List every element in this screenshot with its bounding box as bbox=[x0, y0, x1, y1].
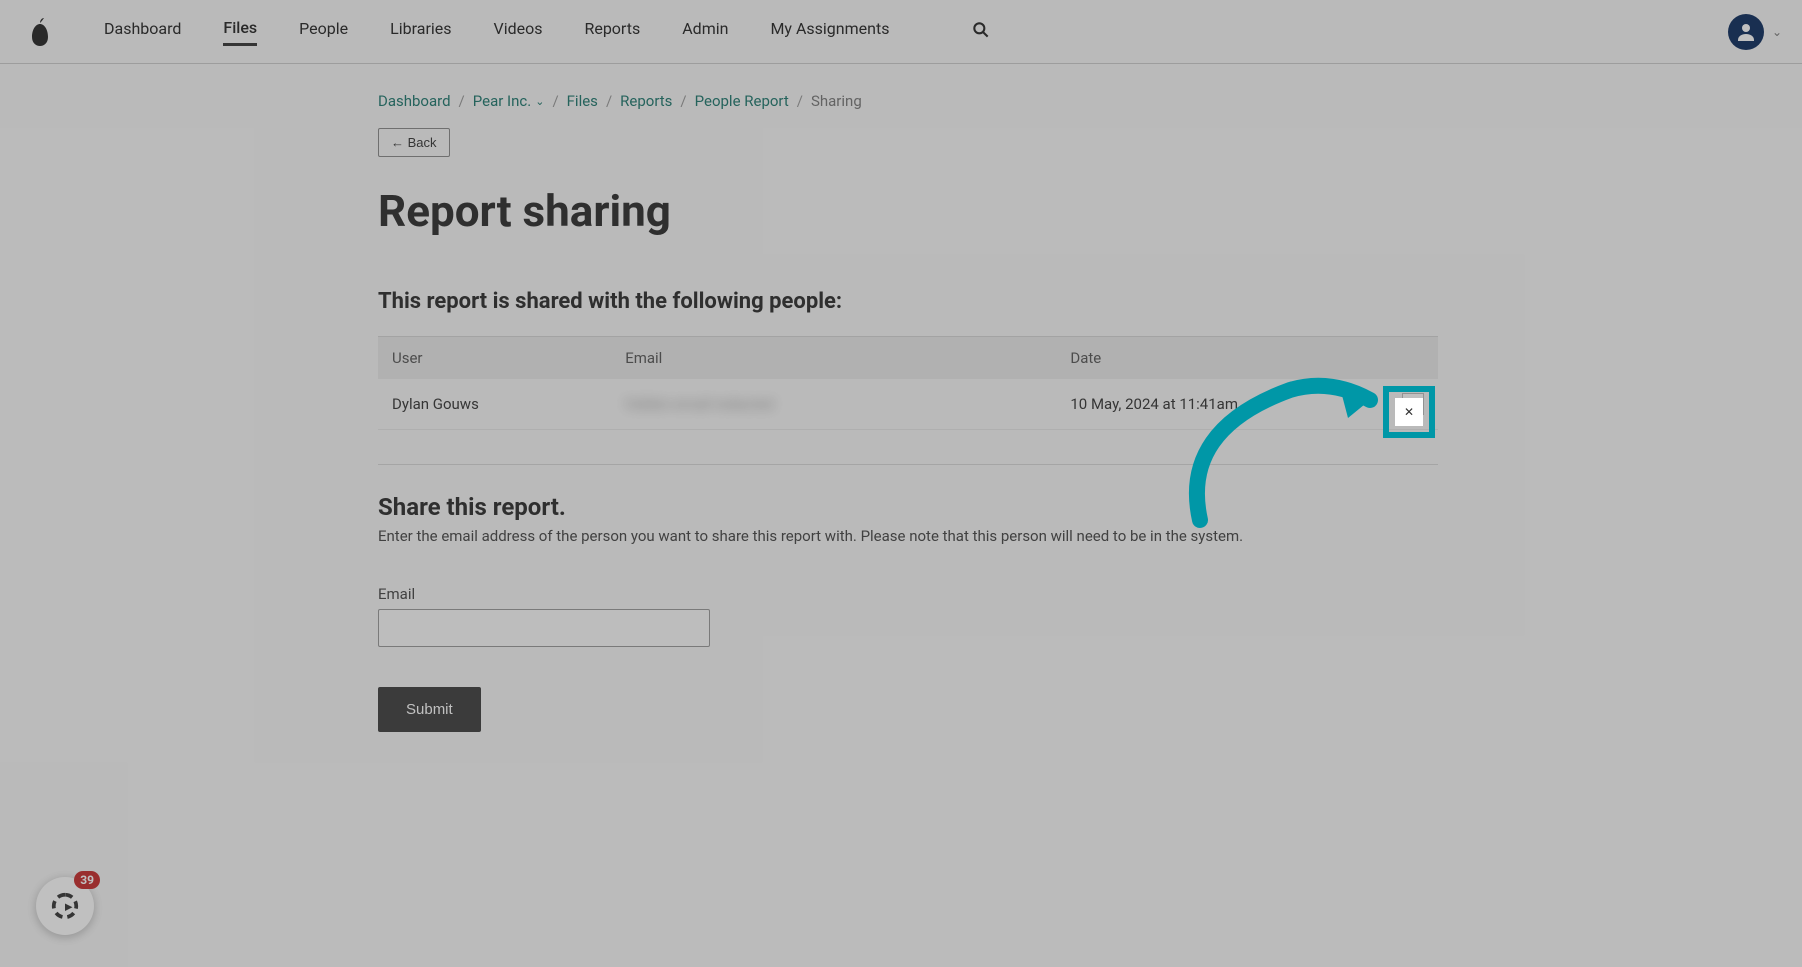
breadcrumb-sep: / bbox=[459, 92, 465, 110]
breadcrumb-sep: / bbox=[552, 92, 558, 110]
chat-badge: 39 bbox=[74, 871, 100, 889]
email-field[interactable] bbox=[378, 609, 710, 647]
breadcrumb-pear-inc[interactable]: Pear Inc. bbox=[473, 92, 531, 110]
table-header-user: User bbox=[378, 337, 611, 380]
search-icon[interactable] bbox=[971, 20, 991, 44]
avatar-icon bbox=[1728, 14, 1764, 50]
nav-files[interactable]: Files bbox=[223, 18, 257, 46]
chevron-down-icon[interactable]: ⌄ bbox=[535, 95, 544, 108]
breadcrumb: Dashboard / Pear Inc. ⌄ / Files / Report… bbox=[378, 92, 1438, 110]
table-header-action bbox=[1353, 337, 1438, 380]
table-row: Dylan Gouws hidden-email-redacted 10 May… bbox=[378, 379, 1438, 430]
top-nav: Dashboard Files People Libraries Videos … bbox=[0, 0, 1802, 64]
remove-share-button[interactable]: ✕ bbox=[1402, 393, 1424, 415]
nav-people[interactable]: People bbox=[299, 19, 348, 44]
nav-libraries[interactable]: Libraries bbox=[390, 19, 451, 44]
cell-user: Dylan Gouws bbox=[378, 379, 611, 430]
main-nav: Dashboard Files People Libraries Videos … bbox=[104, 18, 991, 46]
chevron-down-icon: ⌄ bbox=[1772, 25, 1782, 39]
nav-reports[interactable]: Reports bbox=[584, 19, 640, 44]
submit-button[interactable]: Submit bbox=[378, 687, 481, 732]
chat-widget[interactable]: 39 bbox=[36, 877, 94, 935]
breadcrumb-sep: / bbox=[680, 92, 686, 110]
table-header-email: Email bbox=[611, 337, 1056, 380]
breadcrumb-sep: / bbox=[606, 92, 612, 110]
close-icon: ✕ bbox=[1408, 398, 1417, 411]
page-content: Dashboard / Pear Inc. ⌄ / Files / Report… bbox=[378, 64, 1438, 732]
nav-videos[interactable]: Videos bbox=[494, 19, 543, 44]
app-logo bbox=[26, 15, 54, 49]
divider bbox=[378, 464, 1438, 465]
breadcrumb-files[interactable]: Files bbox=[567, 92, 598, 110]
user-menu[interactable]: ⌄ bbox=[1728, 14, 1782, 50]
page-title: Report sharing bbox=[378, 185, 1438, 237]
nav-admin[interactable]: Admin bbox=[682, 19, 728, 44]
cell-action: ✕ bbox=[1353, 379, 1438, 430]
chat-icon bbox=[50, 891, 80, 921]
shared-with-heading: This report is shared with the following… bbox=[378, 289, 1438, 314]
nav-my-assignments[interactable]: My Assignments bbox=[770, 19, 889, 44]
share-report-heading: Share this report. bbox=[378, 493, 1438, 521]
breadcrumb-people-report[interactable]: People Report bbox=[695, 92, 789, 110]
share-report-description: Enter the email address of the person yo… bbox=[378, 527, 1438, 545]
breadcrumb-reports[interactable]: Reports bbox=[620, 92, 672, 110]
breadcrumb-dashboard[interactable]: Dashboard bbox=[378, 92, 451, 110]
cell-email: hidden-email-redacted bbox=[611, 379, 1056, 430]
back-button[interactable]: ← Back bbox=[378, 128, 450, 157]
email-label: Email bbox=[378, 585, 1438, 603]
breadcrumb-sep: / bbox=[797, 92, 803, 110]
table-header-date: Date bbox=[1056, 337, 1353, 380]
cell-date: 10 May, 2024 at 11:41am bbox=[1056, 379, 1353, 430]
shared-users-table: User Email Date Dylan Gouws hidden-email… bbox=[378, 336, 1438, 430]
breadcrumb-current: Sharing bbox=[811, 92, 862, 110]
nav-dashboard[interactable]: Dashboard bbox=[104, 19, 181, 44]
